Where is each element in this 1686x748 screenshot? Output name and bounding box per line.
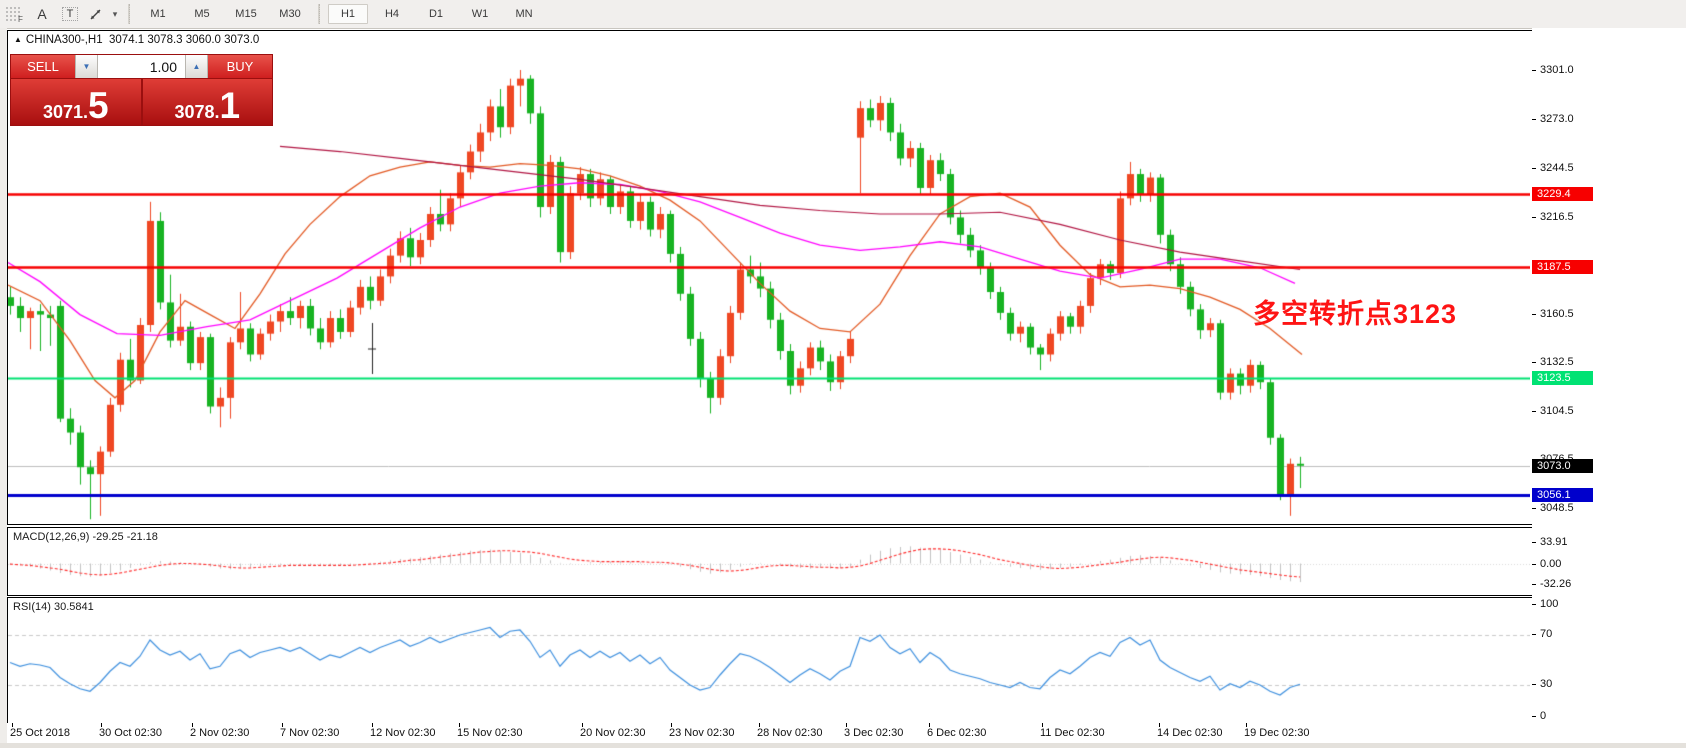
price-axis[interactable]: 3301.0 3273.0 3244.5 3216.5 3160.5 3132.5 3104… <box>1532 28 1686 743</box>
time-label: 7 Nov 02:30 <box>280 727 339 739</box>
macd-label: MACD(12,26,9) -29.25 -21.18 <box>13 531 158 543</box>
macd-tick-33.91-tickmark <box>1532 542 1536 543</box>
rsi-tick-30-tickmark <box>1532 684 1536 685</box>
sell-button[interactable]: SELL <box>11 55 75 78</box>
price-tick-3104.5: 3104.5 <box>1540 405 1574 417</box>
timeframe-button-m30[interactable]: M30 <box>270 4 310 24</box>
collapse-arrow-icon[interactable]: ▲ <box>14 35 22 44</box>
sell-price-main: 3071. <box>43 103 88 121</box>
macd-canvas[interactable] <box>8 528 1530 593</box>
price-tick-3244.5: 3244.5 <box>1540 162 1574 174</box>
time-label: 19 Dec 02:30 <box>1244 727 1309 739</box>
time-axis[interactable]: 25 Oct 2018 30 Oct 02:30 2 Nov 02:30 7 Nov … <box>7 723 1532 743</box>
price-tick-3244.5-tickmark <box>1532 168 1536 169</box>
macd-tick-0.00-tickmark <box>1532 564 1536 565</box>
dropdown-caret-icon[interactable]: ▾ <box>108 3 122 25</box>
macd-tick--32.26-tickmark <box>1532 584 1536 585</box>
price-tick-3048.5-tickmark <box>1532 508 1536 509</box>
trading-platform-window: F A T ▾ M1M5M15M30 H1H4D1W1MN ▲ CHINA300-,… <box>0 0 1686 748</box>
rsi-label: RSI(14) 30.5841 <box>13 601 94 613</box>
price-tick-3273.0-tickmark <box>1532 119 1536 120</box>
buy-price-main: 3078. <box>174 103 219 121</box>
price-mark-3073.0: 3073.0 <box>1532 459 1593 473</box>
timeframe-button-w1[interactable]: W1 <box>460 4 500 24</box>
window-bottom-edge <box>0 743 1686 748</box>
price-mark-3229.4: 3229.4 <box>1532 187 1593 201</box>
chart-annotation-text: 多空转折点3123 <box>1253 292 1457 331</box>
time-label: 23 Nov 02:30 <box>669 727 734 739</box>
price-tick-3132.5: 3132.5 <box>1540 356 1574 368</box>
time-label: 11 Dec 02:30 <box>1040 727 1105 739</box>
chart-symbol-timeframe: CHINA300-,H1 <box>26 34 103 46</box>
rsi-tick-30: 30 <box>1540 678 1552 690</box>
time-label: 25 Oct 2018 <box>10 727 70 739</box>
window-left-margin <box>0 28 7 748</box>
time-label: 28 Nov 02:30 <box>757 727 822 739</box>
timeframe-button-m1[interactable]: M1 <box>138 4 178 24</box>
timeframe-button-d1[interactable]: D1 <box>416 4 456 24</box>
time-label: 12 Nov 02:30 <box>370 727 435 739</box>
price-mark-3056.1: 3056.1 <box>1532 488 1593 502</box>
rsi-tick-100: 100 <box>1540 598 1558 610</box>
toolbar-separator <box>128 4 130 24</box>
sell-price-display[interactable]: 3071. 5 <box>11 79 143 125</box>
price-tick-3048.5: 3048.5 <box>1540 502 1574 514</box>
price-tick-3160.5-tickmark <box>1532 314 1536 315</box>
time-label: 2 Nov 02:30 <box>190 727 249 739</box>
rsi-tick-70-tickmark <box>1532 634 1536 635</box>
time-label: 20 Nov 02:30 <box>580 727 645 739</box>
price-tick-3160.5: 3160.5 <box>1540 308 1574 320</box>
price-tick-3273.0: 3273.0 <box>1540 113 1574 125</box>
svg-text:F: F <box>18 15 23 23</box>
text-annotation-icon[interactable]: A <box>28 3 56 25</box>
rsi-tick-0: 0 <box>1540 710 1546 722</box>
grid-forecast-icon[interactable]: F <box>0 3 28 25</box>
buy-button[interactable]: BUY <box>208 55 272 78</box>
macd-indicator-panel: MACD(12,26,9) -29.25 -21.18 <box>7 527 1533 596</box>
volume-increase-button[interactable]: ▲ <box>185 55 208 78</box>
time-label: 14 Dec 02:30 <box>1157 727 1222 739</box>
price-tick-3216.5-tickmark <box>1532 217 1536 218</box>
chart-ohlc-values: 3074.1 3078.3 3060.0 3073.0 <box>109 34 259 46</box>
price-tick-3216.5: 3216.5 <box>1540 211 1574 223</box>
price-tick-3132.5-tickmark <box>1532 362 1536 363</box>
price-mark-3187.5: 3187.5 <box>1532 260 1593 274</box>
chart-title: ▲ CHINA300-,H1 3074.1 3078.3 3060.0 3073.… <box>14 34 259 46</box>
time-label: 3 Dec 02:30 <box>844 727 903 739</box>
macd-tick-0.00: 0.00 <box>1540 558 1561 570</box>
arrows-object-icon[interactable] <box>84 3 108 25</box>
price-tick-3301.0: 3301.0 <box>1540 64 1574 76</box>
macd-tick-33.91: 33.91 <box>1540 536 1568 548</box>
one-click-trade-widget: SELL ▼ 1.00 ▲ BUY 3071. 5 3078. 1 <box>10 54 273 126</box>
time-label: 6 Dec 02:30 <box>927 727 986 739</box>
price-mark-3123.5: 3123.5 <box>1532 371 1593 385</box>
timeframe-button-m15[interactable]: M15 <box>226 4 266 24</box>
buy-price-pip: 1 <box>219 91 240 121</box>
timeframe-button-h1[interactable]: H1 <box>328 4 368 24</box>
rsi-tick-70: 70 <box>1540 628 1552 640</box>
volume-input[interactable]: 1.00 <box>98 55 185 78</box>
rsi-tick-0-tickmark <box>1532 716 1536 717</box>
rsi-indicator-panel: RSI(14) 30.5841 <box>7 597 1533 725</box>
buy-price-display[interactable]: 3078. 1 <box>143 79 273 125</box>
timeframe-button-h4[interactable]: H4 <box>372 4 412 24</box>
time-label: 15 Nov 02:30 <box>457 727 522 739</box>
toolbar: F A T ▾ M1M5M15M30 H1H4D1W1MN <box>0 0 1686 29</box>
timeframe-button-m5[interactable]: M5 <box>182 4 222 24</box>
text-label-icon[interactable]: T <box>56 3 84 25</box>
rsi-canvas[interactable] <box>8 598 1530 722</box>
sell-price-pip: 5 <box>88 91 109 121</box>
price-tick-3301.0-tickmark <box>1532 70 1536 71</box>
macd-tick--32.26: -32.26 <box>1540 578 1571 590</box>
timeframe-button-mn[interactable]: MN <box>504 4 544 24</box>
time-label: 30 Oct 02:30 <box>99 727 162 739</box>
price-tick-3104.5-tickmark <box>1532 411 1536 412</box>
volume-decrease-button[interactable]: ▼ <box>75 55 98 78</box>
rsi-tick-100-tickmark <box>1532 604 1536 605</box>
